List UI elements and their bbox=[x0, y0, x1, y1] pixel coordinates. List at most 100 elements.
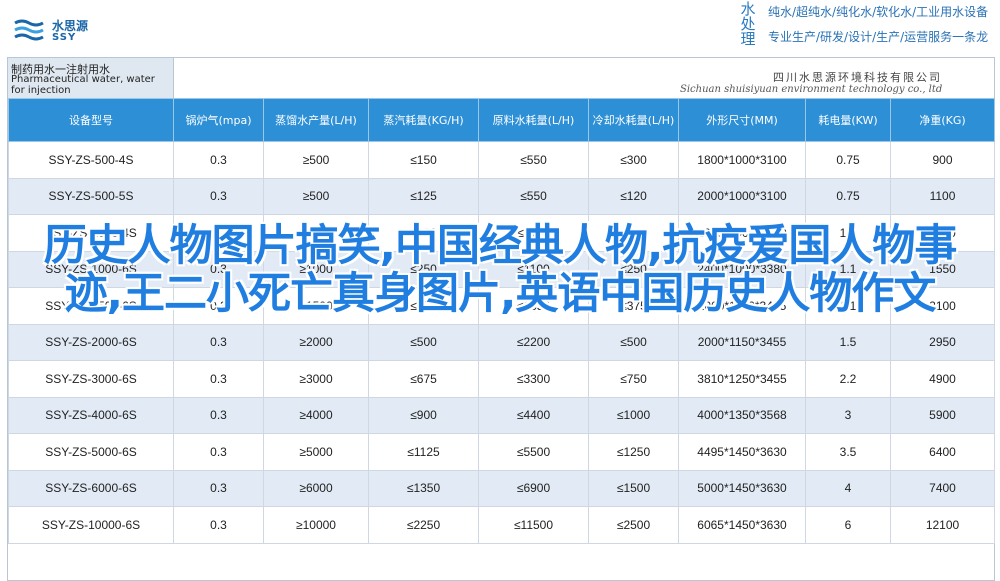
table-cell: 1100 bbox=[890, 177, 995, 215]
table-cell: 2000*1000*3100 bbox=[678, 177, 806, 215]
table-row: SSY-ZS-4000-6S 0.3 ≥4000 ≤900 ≤4400 ≤1000 4000… bbox=[8, 396, 995, 434]
table-cell: SSY-ZS-500-4S bbox=[8, 141, 174, 179]
table-cell: 7400 bbox=[890, 469, 995, 507]
table-cell: ≤1125 bbox=[368, 433, 479, 471]
table-cell: ≤150 bbox=[368, 141, 479, 179]
table-row: SSY-ZS-500-4S 0.3 ≥500 ≤150 ≤550 ≤300 1800*100… bbox=[8, 141, 995, 179]
table-cell: ≥2000 bbox=[263, 323, 369, 361]
table-cell: SSY-ZS-5000-6S bbox=[8, 433, 174, 471]
table-cell: ≤1500 bbox=[588, 469, 679, 507]
table-row: SSY-ZS-500-5S 0.3 ≥500 ≤125 ≤550 ≤120 2000*100… bbox=[8, 177, 995, 215]
brand-slogan-2: 专业生产/研发/设计/生产/运营服务一条龙 bbox=[768, 30, 989, 44]
table-cell: ≤2500 bbox=[588, 506, 679, 544]
column-header: 耗电量(KW) bbox=[805, 98, 891, 142]
table-cell: ≤3300 bbox=[478, 360, 589, 398]
table-cell: 3810*1250*3455 bbox=[678, 360, 806, 398]
table-cell: ≤2200 bbox=[478, 323, 589, 361]
table-cell: ≤125 bbox=[368, 177, 479, 215]
table-cell: 0.3 bbox=[173, 141, 264, 179]
table-cell: 1.5 bbox=[805, 323, 891, 361]
table-cell: ≤750 bbox=[588, 360, 679, 398]
table-row: SSY-ZS-2000-6S 0.3 ≥2000 ≤500 ≤2200 ≤500 2000*… bbox=[8, 323, 995, 361]
table-cell: 0.3 bbox=[173, 506, 264, 544]
column-header: 蒸汽耗量(KG/H) bbox=[368, 98, 479, 142]
table-cell: 5900 bbox=[890, 396, 995, 434]
table-row: SSY-ZS-10000-6S 0.3 ≥10000 ≤2250 ≤11500 ≤2500… bbox=[8, 506, 995, 544]
table-cell: SSY-ZS-3000-6S bbox=[8, 360, 174, 398]
company-logo: 水思源 SSY bbox=[12, 15, 102, 49]
table-cell: ≥10000 bbox=[263, 506, 369, 544]
brand-vertical-text: 水处理 bbox=[740, 0, 756, 48]
table-cell: ≤1250 bbox=[588, 433, 679, 471]
column-header: 外形尺寸(MM) bbox=[678, 98, 806, 142]
column-header: 锅炉气(mpa) bbox=[173, 98, 264, 142]
table-cell: ≤120 bbox=[588, 177, 679, 215]
table-header-row: 设备型号 锅炉气(mpa) 蒸馏水产量(L/H) 蒸汽耗量(KG/H) 原料水耗量(L/… bbox=[8, 98, 995, 142]
table-cell: SSY-ZS-500-5S bbox=[8, 177, 174, 215]
column-header: 原料水耗量(L/H) bbox=[478, 98, 589, 142]
table-cell: 0.3 bbox=[173, 396, 264, 434]
column-header: 蒸馏水产量(L/H) bbox=[263, 98, 369, 142]
column-header: 设备型号 bbox=[8, 98, 174, 142]
table-cell: 5000*1450*3630 bbox=[678, 469, 806, 507]
table-cell: ≤5500 bbox=[478, 433, 589, 471]
company-name-en: Sichuan shuisiyuan environment technolog… bbox=[680, 84, 943, 95]
table-cell: SSY-ZS-4000-6S bbox=[8, 396, 174, 434]
brand-slogan-1: 纯水/超纯水/纯化水/软化水/工业用水设备 bbox=[768, 5, 989, 19]
table-cell: ≤1000 bbox=[588, 396, 679, 434]
table-cell: 0.3 bbox=[173, 360, 264, 398]
table-cell: 0.3 bbox=[173, 323, 264, 361]
table-cell: 4900 bbox=[890, 360, 995, 398]
table-cell: 4000*1350*3568 bbox=[678, 396, 806, 434]
table-cell: 6065*1450*3630 bbox=[678, 506, 806, 544]
table-cell: 900 bbox=[890, 141, 995, 179]
table-cell: ≤550 bbox=[478, 177, 589, 215]
table-cell: ≥4000 bbox=[263, 396, 369, 434]
table-cell: ≤500 bbox=[588, 323, 679, 361]
table-cell: 12100 bbox=[890, 506, 995, 544]
table-cell: ≥500 bbox=[263, 141, 369, 179]
table-row: SSY-ZS-6000-6S 0.3 ≥6000 ≤1350 ≤6900 ≤1500 500… bbox=[8, 469, 995, 507]
table-cell: 4495*1450*3630 bbox=[678, 433, 806, 471]
table-cell: 0.3 bbox=[173, 469, 264, 507]
column-header: 冷却水耗量(L/H) bbox=[588, 98, 679, 142]
table-cell: ≤2250 bbox=[368, 506, 479, 544]
table-cell: 6400 bbox=[890, 433, 995, 471]
column-header: 净重(KG) bbox=[890, 98, 995, 142]
table-cell: ≥500 bbox=[263, 177, 369, 215]
overlay-headline: 历史人物图片搞笑,中国经典人物,抗疫爱国人物事迹,王二小死亡真身图片,英语中国历… bbox=[43, 221, 958, 319]
table-cell: 1800*1000*3100 bbox=[678, 141, 806, 179]
sheet-title-en: Pharmaceutical water, water for injectio… bbox=[11, 74, 155, 96]
table-cell: 2950 bbox=[890, 323, 995, 361]
table-cell: SSY-ZS-10000-6S bbox=[8, 506, 174, 544]
sheet-title: 制药用水一注射用水 Pharmaceutical water, water fo… bbox=[8, 58, 174, 98]
table-cell: ≥3000 bbox=[263, 360, 369, 398]
table-cell: 0.3 bbox=[173, 433, 264, 471]
table-cell: SSY-ZS-2000-6S bbox=[8, 323, 174, 361]
table-cell: ≤300 bbox=[588, 141, 679, 179]
company-name-cn: 四川水思源环境科技有限公司 bbox=[773, 71, 942, 84]
logo-text-en: SSY bbox=[52, 32, 77, 43]
table-cell: ≥6000 bbox=[263, 469, 369, 507]
table-cell: 0.75 bbox=[805, 177, 891, 215]
table-row: SSY-ZS-5000-6S 0.3 ≥5000 ≤1125 ≤5500 ≤1250 449… bbox=[8, 433, 995, 471]
water-drop-icon bbox=[14, 19, 44, 41]
table-cell: 2.2 bbox=[805, 360, 891, 398]
table-row: SSY-ZS-3000-6S 0.3 ≥3000 ≤675 ≤3300 ≤750 3810*… bbox=[8, 360, 995, 398]
brand-header: 水思源 SSY 水处理 纯水/超纯水/纯化水/软化水/工业用水设备 专业生产/研… bbox=[0, 0, 1000, 57]
spec-table: 设备型号 锅炉气(mpa) 蒸馏水产量(L/H) 蒸汽耗量(KG/H) 原料水耗量(L/… bbox=[8, 98, 995, 544]
table-cell: 2000*1150*3455 bbox=[678, 323, 806, 361]
table-cell: 3 bbox=[805, 396, 891, 434]
table-cell: ≤1350 bbox=[368, 469, 479, 507]
table-cell: ≤4400 bbox=[478, 396, 589, 434]
table-cell: 6 bbox=[805, 506, 891, 544]
table-cell: SSY-ZS-6000-6S bbox=[8, 469, 174, 507]
table-cell: ≥5000 bbox=[263, 433, 369, 471]
table-cell: ≤11500 bbox=[478, 506, 589, 544]
table-cell: 4 bbox=[805, 469, 891, 507]
table-cell: ≤500 bbox=[368, 323, 479, 361]
table-cell: ≤550 bbox=[478, 141, 589, 179]
table-cell: 0.75 bbox=[805, 141, 891, 179]
table-cell: 0.3 bbox=[173, 177, 264, 215]
table-cell: 3.5 bbox=[805, 433, 891, 471]
